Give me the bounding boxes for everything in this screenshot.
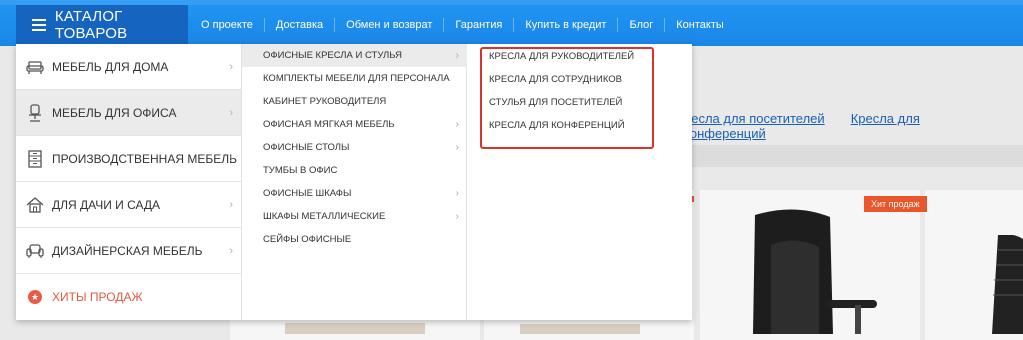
nav-link-credit[interactable]: Купить в кредит: [513, 18, 617, 32]
subcategory-label: СЕЙФЫ ОФИСНЫЕ: [263, 234, 352, 245]
category-label: ДЛЯ ДАЧИ И САДА: [52, 197, 161, 212]
subcategory-label: КОМПЛЕКТЫ МЕБЕЛИ ДЛЯ ПЕРСОНАЛА: [263, 73, 450, 84]
subcategory-item[interactable]: СЕЙФЫ ОФИСНЫЕ: [242, 228, 467, 251]
item-list: КРЕСЛА ДЛЯ РУКОВОДИТЕЛЕЙ КРЕСЛА ДЛЯ СОТР…: [467, 44, 692, 320]
office-chair-icon: [26, 103, 44, 122]
category-industrial-furniture[interactable]: ПРОИЗВОДСТВЕННАЯ МЕБЕЛЬ ›: [16, 136, 241, 182]
subcategory-label: ТУМБЫ В ОФИС: [263, 165, 338, 176]
subcategory-item[interactable]: ТУМБЫ В ОФИС: [242, 159, 467, 182]
category-label: МЕБЕЛЬ ДЛЯ ОФИСА: [52, 105, 177, 120]
nav-link-returns[interactable]: Обмен и возврат: [334, 18, 443, 32]
nav-link-about[interactable]: О проекте: [190, 18, 264, 32]
sofa-icon: [26, 242, 44, 260]
menu-icon: [32, 19, 46, 31]
top-nav-links: О проекте Доставка Обмен и возврат Гаран…: [190, 10, 735, 40]
subcategory-label: ОФИСНЫЕ КРЕСЛА И СТУЛЬЯ: [263, 50, 402, 61]
subcategory-label: ОФИСНАЯ МЯГКАЯ МЕБЕЛЬ: [263, 119, 395, 130]
category-designer-furniture[interactable]: ДИЗАЙНЕРСКАЯ МЕБЕЛЬ ›: [16, 228, 241, 274]
chevron-right-icon: ›: [455, 188, 459, 199]
chevron-right-icon: ›: [229, 244, 233, 257]
subcategory-item[interactable]: ОФИСНЫЕ КРЕСЛА И СТУЛЬЯ ›: [242, 44, 467, 67]
chevron-right-icon: ›: [455, 50, 459, 61]
chevron-right-icon: ›: [229, 60, 233, 73]
subcategory-label: ШКАФЫ МЕТАЛЛИЧЕСКИЕ: [263, 211, 386, 222]
subcategory-list: ОФИСНЫЕ КРЕСЛА И СТУЛЬЯ › КОМПЛЕКТЫ МЕБЕЛ…: [241, 44, 467, 320]
category-office-furniture[interactable]: МЕБЕЛЬ ДЛЯ ОФИСА ›: [16, 90, 241, 136]
category-label: ХИТЫ ПРОДАЖ: [52, 290, 143, 304]
menu-item-conference-chairs[interactable]: КРЕСЛА ДЛЯ КОНФЕРЕНЦИЙ: [489, 114, 625, 137]
subcategory-label: КАБИНЕТ РУКОВОДИТЕЛЯ: [263, 96, 387, 107]
cabinet-icon: [26, 149, 44, 168]
menu-item-staff-chairs[interactable]: КРЕСЛА ДЛЯ СОТРУДНИКОВ: [489, 68, 622, 91]
chevron-right-icon: ›: [229, 152, 233, 165]
subcategory-item[interactable]: КАБИНЕТ РУКОВОДИТЕЛЯ: [242, 90, 467, 113]
category-garden[interactable]: ДЛЯ ДАЧИ И САДА ›: [16, 182, 241, 228]
chevron-right-icon: ›: [229, 198, 233, 211]
category-list: МЕБЕЛЬ ДЛЯ ДОМА › МЕБЕЛЬ ДЛЯ ОФИСА › ПРО…: [16, 44, 241, 320]
subcategory-item[interactable]: ШКАФЫ МЕТАЛЛИЧЕСКИЕ ›: [242, 205, 467, 228]
category-label: МЕБЕЛЬ ДЛЯ ДОМА: [52, 59, 169, 74]
catalog-mega-menu: МЕБЕЛЬ ДЛЯ ДОМА › МЕБЕЛЬ ДЛЯ ОФИСА › ПРО…: [16, 44, 692, 320]
armchair-icon: [26, 58, 44, 76]
catalog-label: КАТАЛОГ ТОВАРОВ: [54, 7, 128, 42]
house-icon: [26, 196, 44, 214]
nav-link-blog[interactable]: Блог: [617, 18, 664, 32]
category-bestsellers[interactable]: ★ ХИТЫ ПРОДАЖ: [16, 274, 241, 320]
chevron-right-icon: ›: [455, 119, 459, 130]
subcategory-label: ОФИСНЫЕ ШКАФЫ: [263, 188, 352, 199]
product-chair-image: [753, 209, 877, 334]
nav-link-delivery[interactable]: Доставка: [263, 18, 334, 32]
star-icon: ★: [26, 288, 44, 306]
nav-link-warranty[interactable]: Гарантия: [443, 18, 513, 32]
chevron-right-icon: ›: [229, 106, 233, 119]
background-category-links: ресла для посетителей Кресла для конферен…: [684, 111, 1023, 141]
menu-item-visitor-chairs[interactable]: СТУЛЬЯ ДЛЯ ПОСЕТИТЕЛЕЙ: [489, 91, 622, 114]
bg-link-visitor-chairs[interactable]: ресла для посетителей: [684, 111, 825, 126]
product-image-partial: [520, 324, 640, 334]
subcategory-item[interactable]: ОФИСНАЯ МЯГКАЯ МЕБЕЛЬ ›: [242, 113, 467, 136]
subcategory-item[interactable]: КОМПЛЕКТЫ МЕБЕЛИ ДЛЯ ПЕРСОНАЛА: [242, 67, 467, 90]
chevron-right-icon: ›: [455, 211, 459, 222]
menu-item-executive-chairs[interactable]: КРЕСЛА ДЛЯ РУКОВОДИТЕЛЕЙ: [489, 45, 634, 68]
category-home-furniture[interactable]: МЕБЕЛЬ ДЛЯ ДОМА ›: [16, 44, 241, 90]
product-chair-image-partial: [992, 235, 1023, 334]
subcategory-item[interactable]: ОФИСНЫЕ СТОЛЫ ›: [242, 136, 467, 159]
chevron-right-icon: ›: [455, 142, 459, 153]
nav-link-contacts[interactable]: Контакты: [664, 18, 735, 32]
subcategory-label: ОФИСНЫЕ СТОЛЫ: [263, 142, 350, 153]
top-navigation-bar: КАТАЛОГ ТОВАРОВ О проекте Доставка Обмен…: [0, 0, 1023, 46]
subcategory-item[interactable]: ОФИСНЫЕ ШКАФЫ ›: [242, 182, 467, 205]
category-label: ДИЗАЙНЕРСКАЯ МЕБЕЛЬ: [52, 243, 203, 258]
category-label: ПРОИЗВОДСТВЕННАЯ МЕБЕЛЬ: [52, 151, 237, 166]
catalog-button[interactable]: КАТАЛОГ ТОВАРОВ: [16, 5, 188, 44]
